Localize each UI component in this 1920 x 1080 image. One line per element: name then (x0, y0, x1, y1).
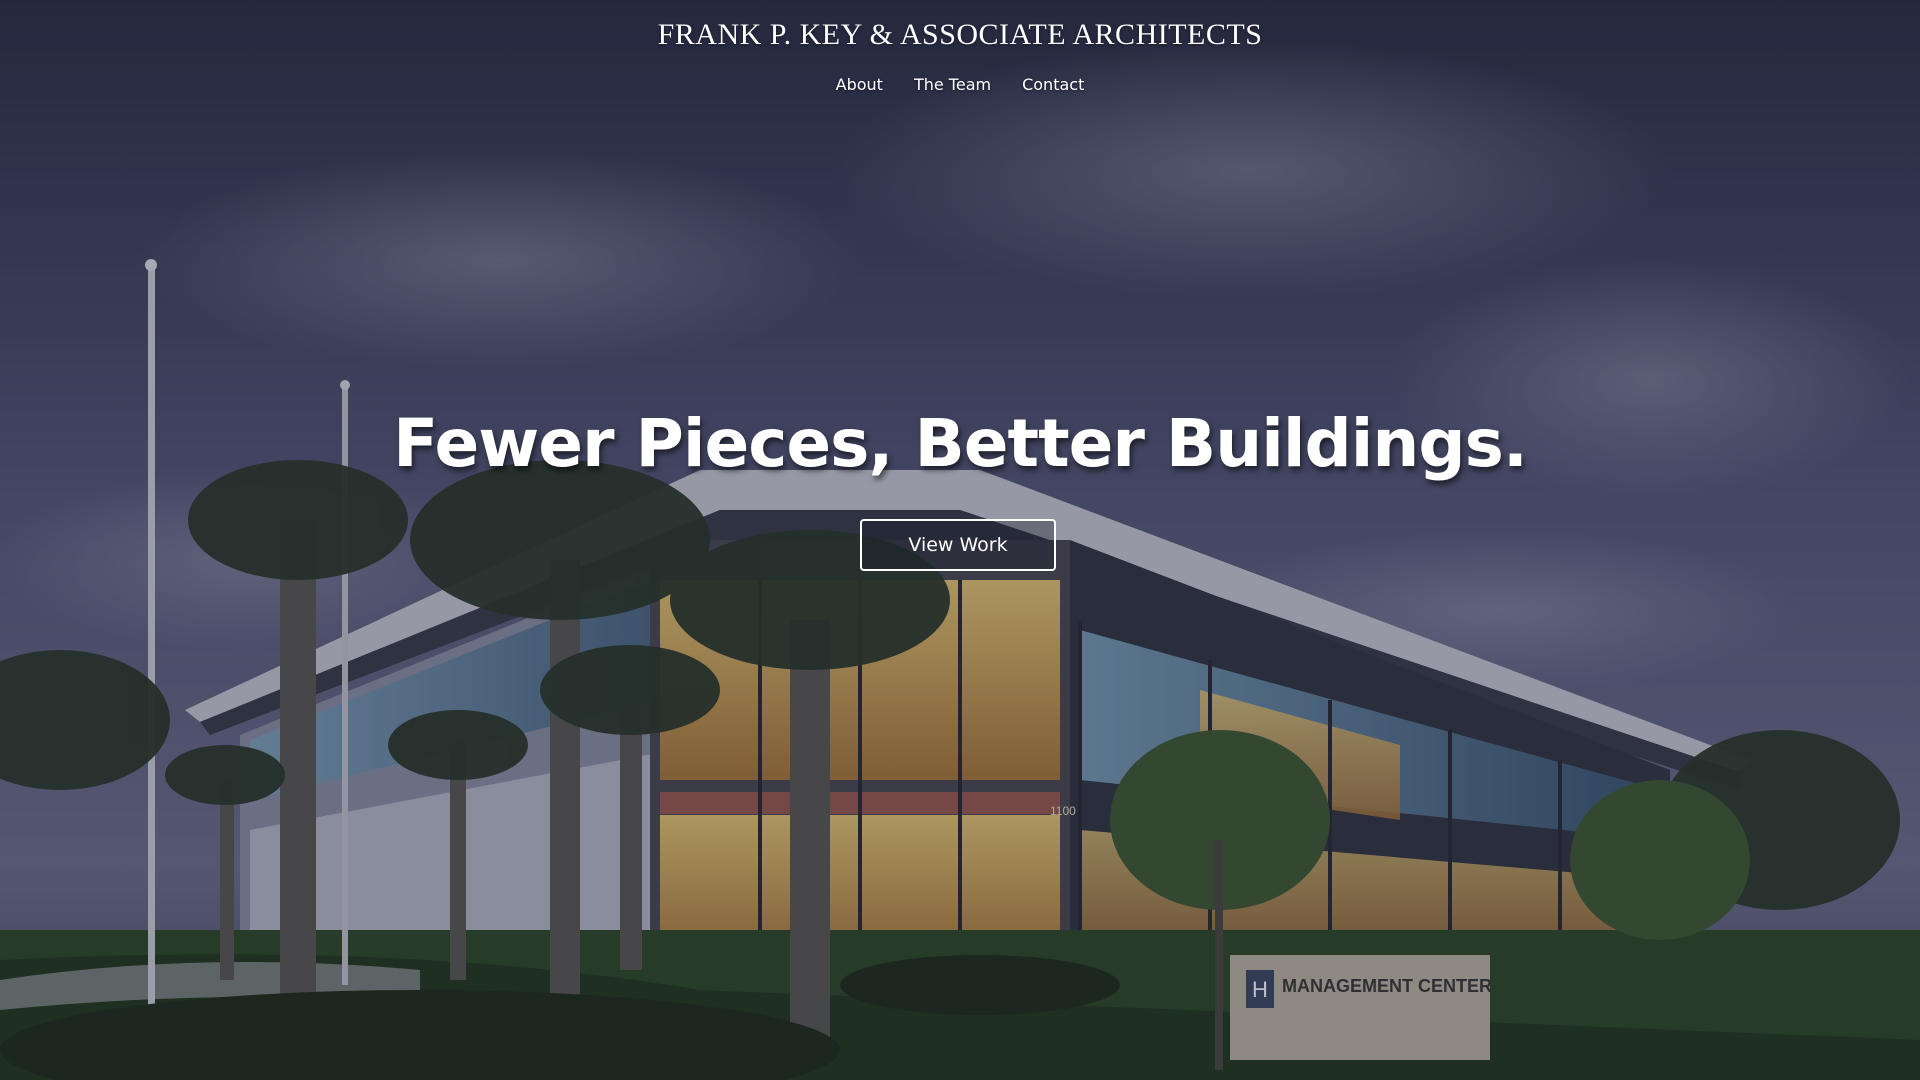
site-title[interactable]: FRANK P. KEY & ASSOCIATE ARCHITECTS (0, 18, 1920, 52)
sign-text: MANAGEMENT CENTER (1282, 976, 1492, 996)
main-nav: About The Team Contact (0, 75, 1920, 94)
sign-letter: H (1252, 977, 1268, 1002)
nav-item-the-team[interactable]: The Team (914, 75, 991, 94)
nav-item-contact[interactable]: Contact (1022, 75, 1084, 94)
view-work-button[interactable]: View Work (860, 519, 1056, 571)
hero-headline: Fewer Pieces, Better Buildings. (393, 405, 1528, 482)
building-number: 1100 (1050, 804, 1076, 818)
nav-item-about[interactable]: About (836, 75, 883, 94)
